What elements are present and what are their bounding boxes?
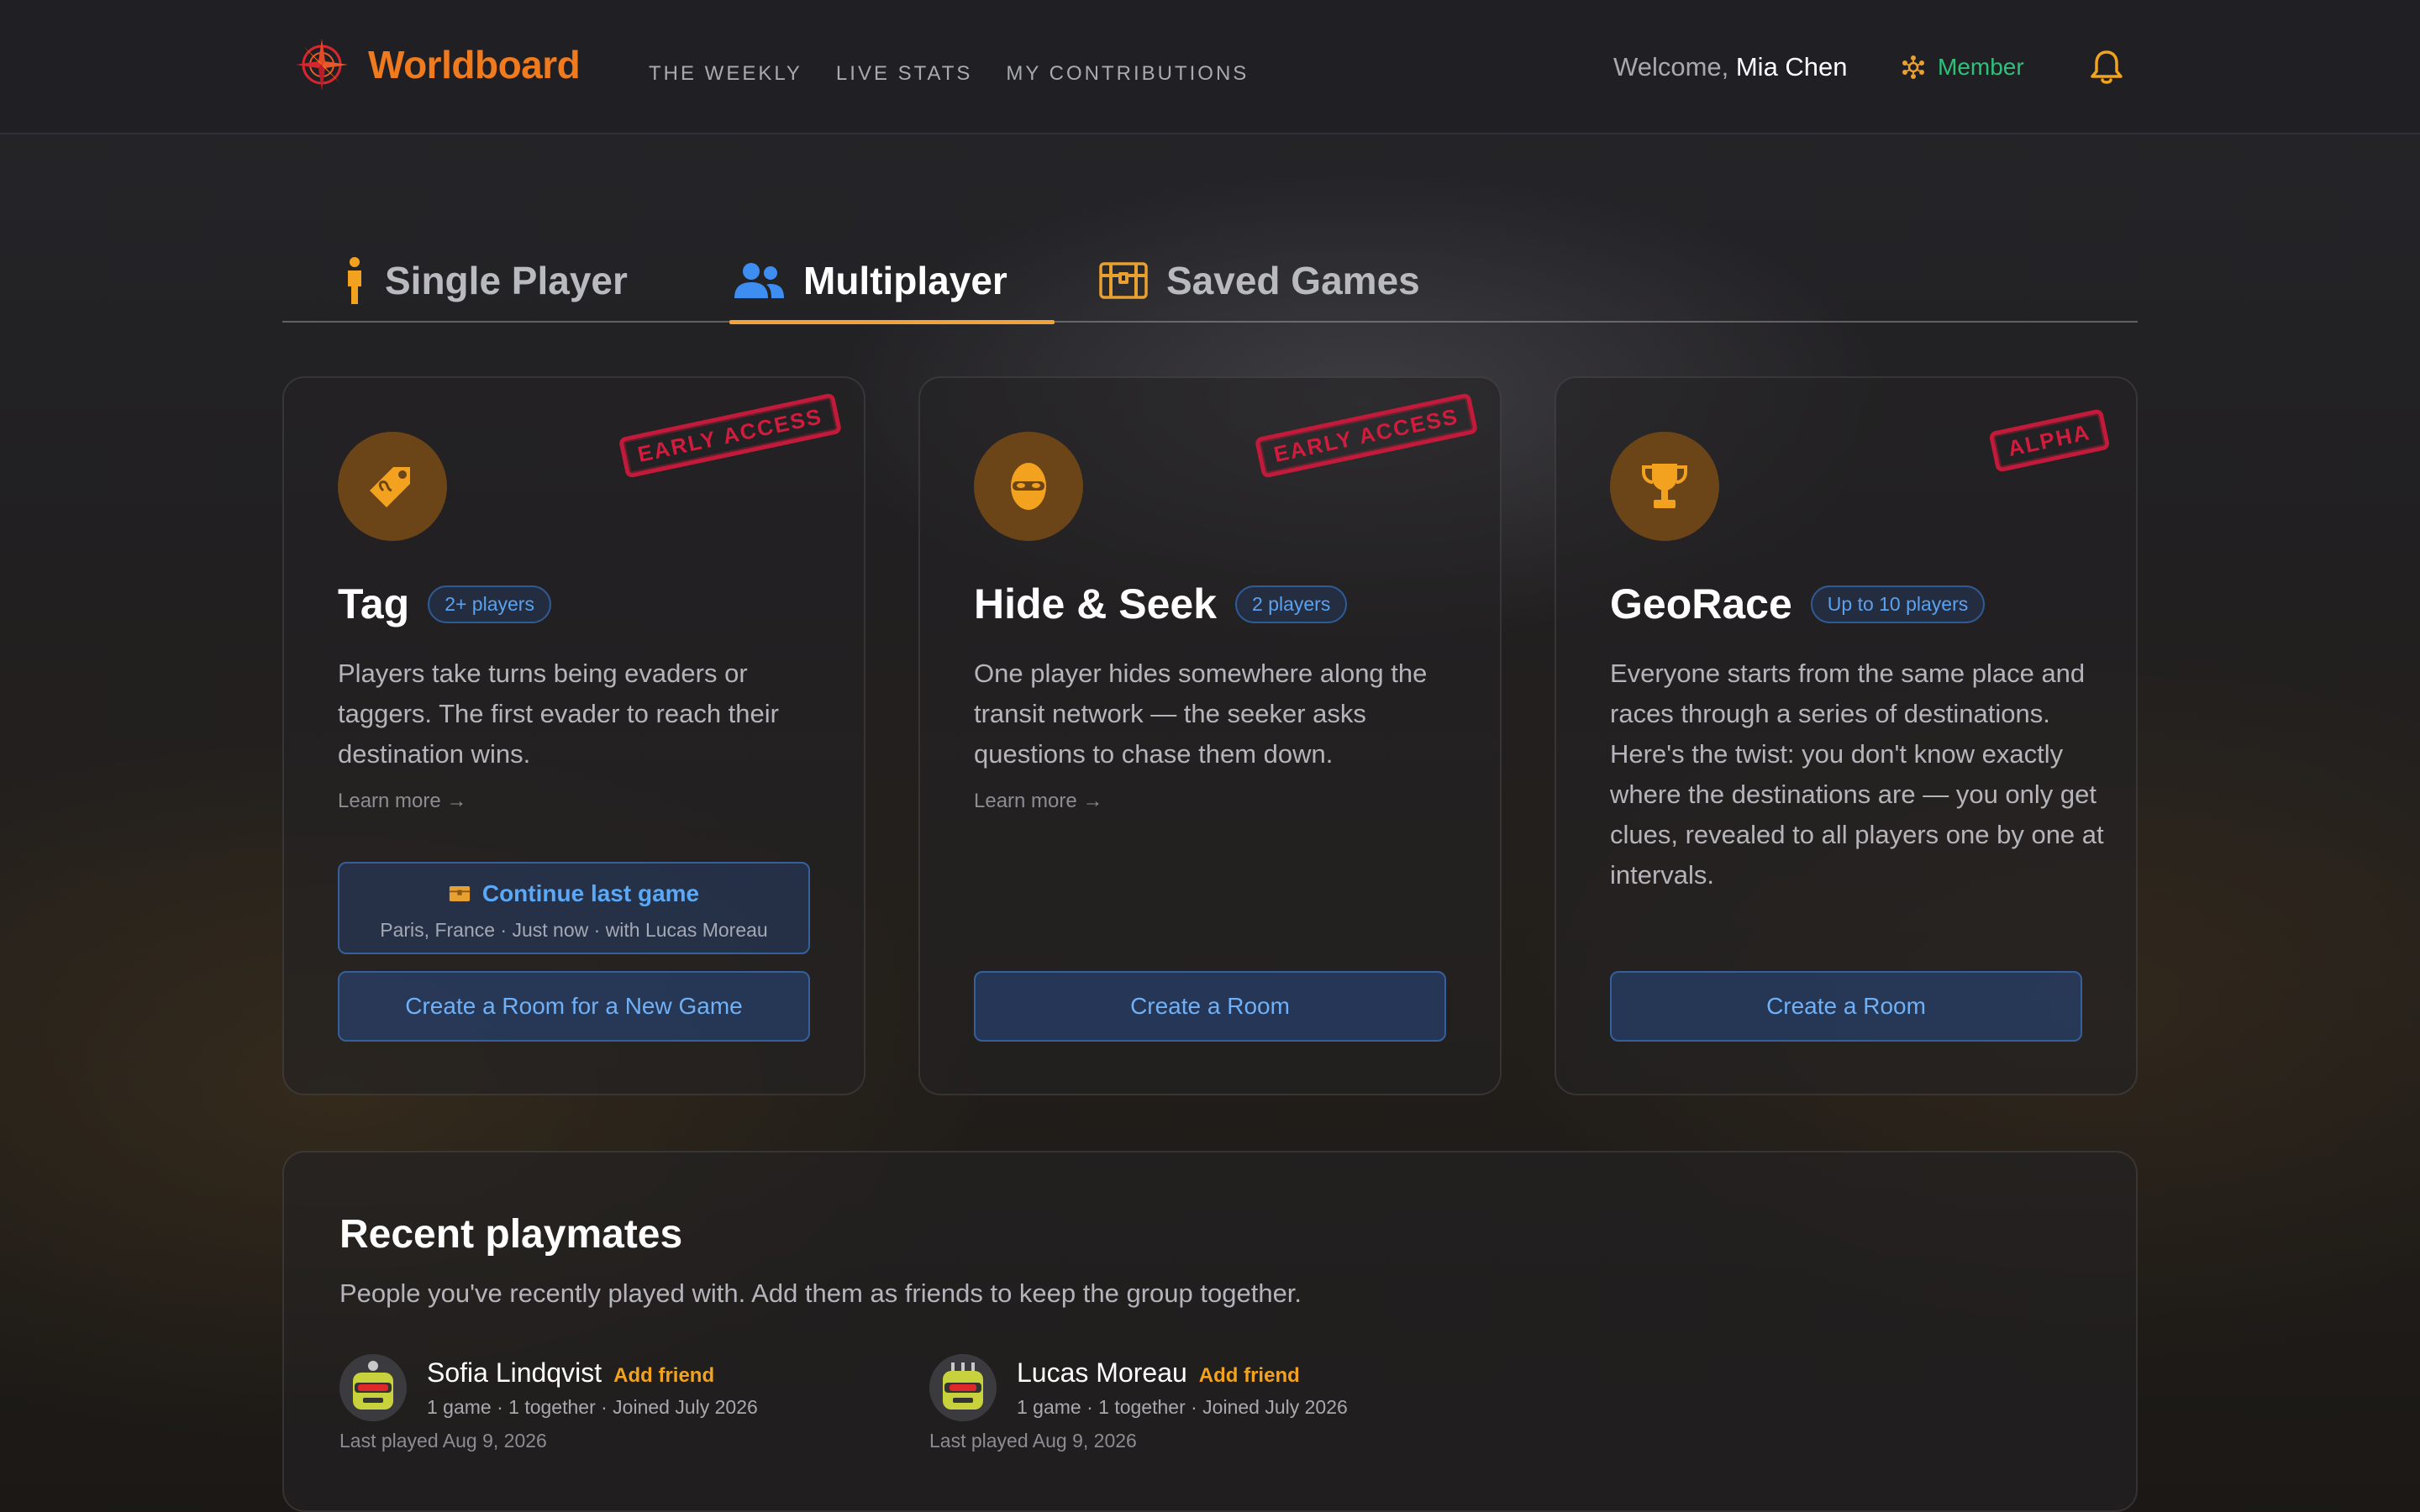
top-navigation-bar: Worldboard THE WEEKLY LIVE STATS MY CONT… (0, 0, 2420, 134)
welcome-message: Welcome, Mia Chen (1613, 52, 1848, 82)
add-friend-link[interactable]: Add friend (613, 1364, 714, 1387)
learn-more-link[interactable]: Learn more → (974, 790, 1102, 813)
logo[interactable]: Worldboard (294, 37, 581, 92)
last-played: Last played Aug 9, 2026 (929, 1430, 1137, 1452)
playmate-item: Lucas Moreau Add friend 1 game · 1 togeth… (929, 1354, 1467, 1463)
playmate-stats: 1 game · 1 together · Joined July 2026 (1017, 1396, 1348, 1418)
add-friend-link[interactable]: Add friend (1199, 1364, 1300, 1387)
robot-avatar-icon (929, 1354, 997, 1421)
treasure-chest-icon (1099, 262, 1148, 299)
players-badge: 2 players (1235, 585, 1348, 623)
game-card-georace: ALPHA GeoRace Up to 10 players Everyone … (1555, 376, 2138, 1095)
game-card-hide-and-seek: EARLY ACCESS Hide & Seek 2 players One p… (918, 376, 1502, 1095)
early-access-stamp: EARLY ACCESS (1254, 392, 1479, 479)
alpha-stamp: ALPHA (1988, 408, 2111, 473)
players-badge: 2+ players (428, 585, 551, 623)
continue-last-game-button[interactable]: Continue last game Paris, France · Just … (338, 862, 810, 954)
game-icon-circle (338, 432, 447, 541)
member-status[interactable]: Member (1901, 54, 2024, 81)
card-title-row: GeoRace Up to 10 players (1610, 580, 1986, 628)
game-mode-tabs: Single Player Multiplayer Saved Games (282, 227, 2138, 324)
playmate-name[interactable]: Lucas Moreau (1017, 1357, 1187, 1388)
tab-label: Saved Games (1166, 259, 1420, 302)
network-badge-icon (1902, 55, 1924, 79)
tab-single-player[interactable]: Single Player (343, 240, 628, 321)
section-title: Recent playmates (339, 1212, 683, 1257)
nav-link-live-stats[interactable]: LIVE STATS (836, 62, 972, 86)
treasure-chest-icon (449, 886, 470, 901)
last-played: Last played Aug 9, 2026 (339, 1430, 547, 1452)
avatar[interactable] (929, 1354, 997, 1421)
user-name[interactable]: Mia Chen (1736, 52, 1848, 81)
tab-label: Single Player (385, 259, 628, 302)
continue-details: Paris, France · Just now · with Lucas Mo… (380, 919, 768, 941)
playmate-name-row: Lucas Moreau Add friend (1017, 1357, 1300, 1389)
game-description: Players take turns being evaders or tagg… (338, 659, 779, 769)
playmate-name[interactable]: Sofia Lindqvist (427, 1357, 602, 1388)
trophy-icon (1642, 464, 1687, 508)
game-icon-circle (974, 432, 1083, 541)
card-title-row: Hide & Seek 2 players (974, 580, 1348, 628)
create-room-button[interactable]: Create a Room (974, 971, 1446, 1042)
recent-playmates-panel: Recent playmates People you've recently … (282, 1151, 2138, 1512)
game-icon-circle (1610, 432, 1719, 541)
playmate-stats: 1 game · 1 together · Joined July 2026 (427, 1396, 758, 1418)
playmate-name-row: Sofia Lindqvist Add friend (427, 1357, 714, 1389)
create-room-new-game-button[interactable]: Create a Room for a New Game (338, 971, 810, 1042)
tab-multiplayer[interactable]: Multiplayer (729, 240, 1055, 324)
tag-icon (370, 467, 410, 507)
tab-label: Multiplayer (803, 259, 1007, 302)
person-icon (348, 257, 361, 304)
game-title: Hide & Seek (974, 580, 1218, 627)
logo-text: Worldboard (368, 43, 581, 87)
compass-logo-icon (296, 39, 348, 91)
card-title-row: Tag 2+ players (338, 580, 551, 628)
early-access-stamp: EARLY ACCESS (618, 392, 843, 479)
member-label: Member (1938, 54, 2024, 80)
players-badge: Up to 10 players (1810, 585, 1986, 623)
playmate-item: Sofia Lindqvist Add friend 1 game · 1 tog… (339, 1354, 877, 1463)
ninja-icon (1011, 463, 1046, 510)
welcome-prefix: Welcome, (1613, 52, 1736, 81)
robot-avatar-icon (339, 1354, 407, 1421)
nav-link-the-weekly[interactable]: THE WEEKLY (649, 62, 802, 86)
game-description: Everyone starts from the same place and … (1610, 659, 2104, 890)
game-description: One player hides somewhere along the tra… (974, 659, 1428, 769)
main-nav: THE WEEKLY LIVE STATS MY CONTRIBUTIONS (649, 62, 1249, 86)
notification-bell-icon[interactable] (2089, 49, 2124, 86)
tab-saved-games[interactable]: Saved Games (1099, 240, 1420, 321)
avatar[interactable] (339, 1354, 407, 1421)
users-icon (734, 263, 784, 298)
create-room-button[interactable]: Create a Room (1610, 971, 2082, 1042)
continue-label: Continue last game (481, 880, 700, 906)
nav-link-my-contributions[interactable]: MY CONTRIBUTIONS (1006, 62, 1249, 86)
game-card-tag: EARLY ACCESS Tag 2+ players Players take… (282, 376, 865, 1095)
section-subtitle: People you've recently played with. Add … (339, 1278, 1302, 1308)
game-title: GeoRace (1610, 580, 1792, 627)
learn-more-link[interactable]: Learn more → (338, 790, 466, 813)
game-title: Tag (338, 580, 410, 627)
